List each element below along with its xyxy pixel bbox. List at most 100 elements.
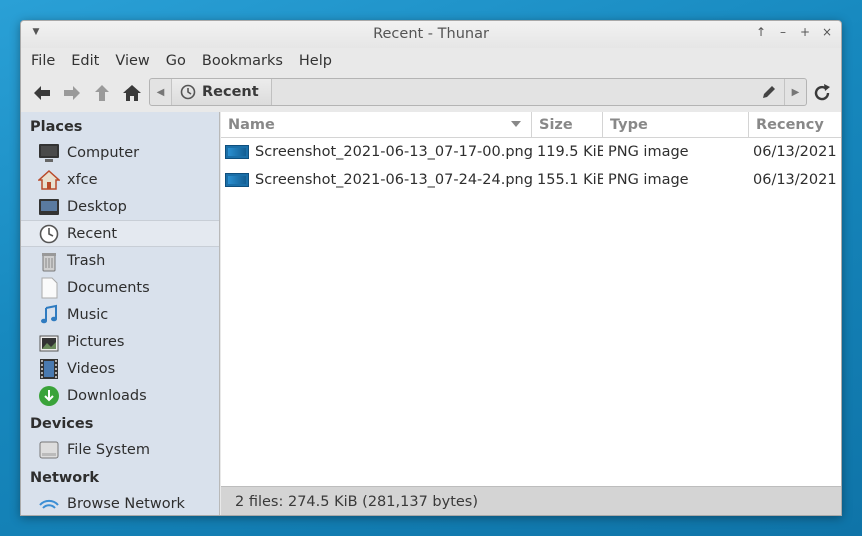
music-icon [37, 304, 61, 326]
toolbar: ◀ Recent ▶ [21, 74, 841, 112]
sidebar-item-pictures[interactable]: Pictures [21, 328, 219, 355]
column-header-name[interactable]: Name [221, 112, 532, 137]
column-header-size[interactable]: Size [532, 112, 603, 137]
up-button[interactable] [87, 78, 117, 108]
sidebar-item-downloads[interactable]: Downloads [21, 382, 219, 409]
up-arrow-icon [95, 85, 109, 101]
sidebar-item-trash[interactable]: Trash [21, 247, 219, 274]
keep-above-button[interactable]: ↑ [753, 25, 769, 39]
sidebar-item-label: File System [67, 441, 150, 458]
file-name: Screenshot_2021-06-13_07-24-24.png [255, 172, 532, 188]
breadcrumb-label: Recent [202, 84, 259, 100]
sidebar-item-xfce[interactable]: xfce [21, 166, 219, 193]
sidebar-item-computer[interactable]: Computer [21, 139, 219, 166]
thunar-window: ▼ Recent - Thunar ↑ – + × File Edit View… [20, 20, 842, 516]
menu-help[interactable]: Help [291, 53, 340, 69]
sidebar-item-browse-network[interactable]: Browse Network [21, 490, 219, 515]
back-button[interactable] [27, 78, 57, 108]
documents-icon [37, 277, 61, 299]
column-header-size-label: Size [539, 116, 573, 133]
pencil-icon [763, 86, 775, 98]
sidebar-item-desktop[interactable]: Desktop [21, 193, 219, 220]
sidebar-item-documents[interactable]: Documents [21, 274, 219, 301]
videos-icon [37, 358, 61, 380]
pictures-icon [37, 331, 61, 353]
home-icon [123, 85, 141, 101]
file-row[interactable]: Screenshot_2021-06-13_07-17-00.png 119.5… [221, 138, 841, 166]
menu-go[interactable]: Go [158, 53, 194, 69]
network-icon [37, 493, 61, 515]
recent-icon [180, 84, 196, 100]
forward-button[interactable] [57, 78, 87, 108]
home-folder-icon [37, 169, 61, 191]
sidebar-item-label: Trash [67, 252, 106, 269]
computer-icon [37, 142, 61, 164]
minimize-button[interactable]: – [775, 25, 791, 39]
sort-descending-icon [511, 121, 521, 127]
file-size: 119.5 KiB [537, 144, 603, 160]
drive-icon [37, 439, 61, 461]
image-thumbnail-icon [225, 145, 249, 159]
sidebar-item-label: Downloads [67, 387, 147, 404]
devices-header: Devices [30, 416, 94, 432]
sidebar-item-label: Videos [67, 360, 116, 377]
breadcrumb-recent[interactable]: Recent [172, 79, 272, 105]
column-header-type-label: Type [610, 116, 648, 133]
file-recency: 06/13/2021 [753, 172, 837, 188]
sidebar-item-recent[interactable]: Recent [21, 220, 219, 247]
path-scroll-left-button[interactable]: ◀ [150, 79, 172, 105]
forward-arrow-icon [64, 86, 80, 100]
content-area: Places Computer xfce Desktop Recent Tras… [21, 112, 841, 515]
menu-view[interactable]: View [107, 53, 157, 69]
sidebar-item-music[interactable]: Music [21, 301, 219, 328]
menu-bar: File Edit View Go Bookmarks Help [21, 48, 841, 74]
status-text: 2 files: 274.5 KiB (281,137 bytes) [235, 494, 479, 510]
menu-file[interactable]: File [23, 53, 63, 69]
reload-icon [814, 84, 830, 101]
file-recency: 06/13/2021 [753, 144, 837, 160]
sidebar-item-label: Computer [67, 144, 140, 161]
file-size: 155.1 KiB [537, 172, 603, 188]
recent-icon [37, 223, 61, 245]
back-arrow-icon [34, 86, 50, 100]
desktop-icon [37, 196, 61, 218]
status-bar: 2 files: 274.5 KiB (281,137 bytes) [221, 486, 841, 515]
window-controls: ↑ – + × [753, 25, 835, 39]
maximize-button[interactable]: + [797, 25, 813, 39]
menu-bookmarks[interactable]: Bookmarks [194, 53, 291, 69]
network-header: Network [30, 470, 100, 486]
sidebar: Places Computer xfce Desktop Recent Tras… [21, 112, 220, 515]
title-bar[interactable]: ▼ Recent - Thunar ↑ – + × [21, 21, 841, 48]
file-list-view: Name Size Type Recency Screenshot_2021-0… [221, 112, 841, 486]
places-header: Places [30, 119, 83, 135]
sidebar-item-label: Pictures [67, 333, 125, 350]
menu-edit[interactable]: Edit [63, 53, 107, 69]
file-type: PNG image [608, 172, 689, 188]
sidebar-item-label: Browse Network [67, 495, 185, 512]
trash-icon [37, 250, 61, 272]
downloads-icon [37, 385, 61, 407]
file-name-cell: Screenshot_2021-06-13_07-17-00.png [221, 138, 532, 166]
home-button[interactable] [117, 78, 147, 108]
reload-button[interactable] [809, 80, 835, 106]
sidebar-item-label: Recent [67, 225, 118, 242]
column-header-type[interactable]: Type [603, 112, 749, 137]
column-header-recency[interactable]: Recency [749, 112, 841, 137]
file-type: PNG image [608, 144, 689, 160]
sidebar-item-file-system[interactable]: File System [21, 436, 219, 463]
window-title: Recent - Thunar [373, 26, 489, 42]
file-name: Screenshot_2021-06-13_07-17-00.png [255, 144, 532, 160]
sidebar-item-label: Music [67, 306, 109, 323]
file-name-cell: Screenshot_2021-06-13_07-24-24.png [221, 166, 532, 194]
sidebar-item-videos[interactable]: Videos [21, 355, 219, 382]
column-header-recency-label: Recency [756, 116, 824, 133]
column-header-name-label: Name [228, 116, 275, 133]
sidebar-item-label: xfce [67, 171, 98, 188]
close-button[interactable]: × [819, 25, 835, 39]
sidebar-item-label: Desktop [67, 198, 127, 215]
file-row[interactable]: Screenshot_2021-06-13_07-24-24.png 155.1… [221, 166, 841, 194]
edit-location-button[interactable] [754, 79, 784, 105]
path-scroll-right-button[interactable]: ▶ [784, 79, 806, 105]
column-header-row: Name Size Type Recency [221, 112, 841, 138]
image-thumbnail-icon [225, 173, 249, 187]
